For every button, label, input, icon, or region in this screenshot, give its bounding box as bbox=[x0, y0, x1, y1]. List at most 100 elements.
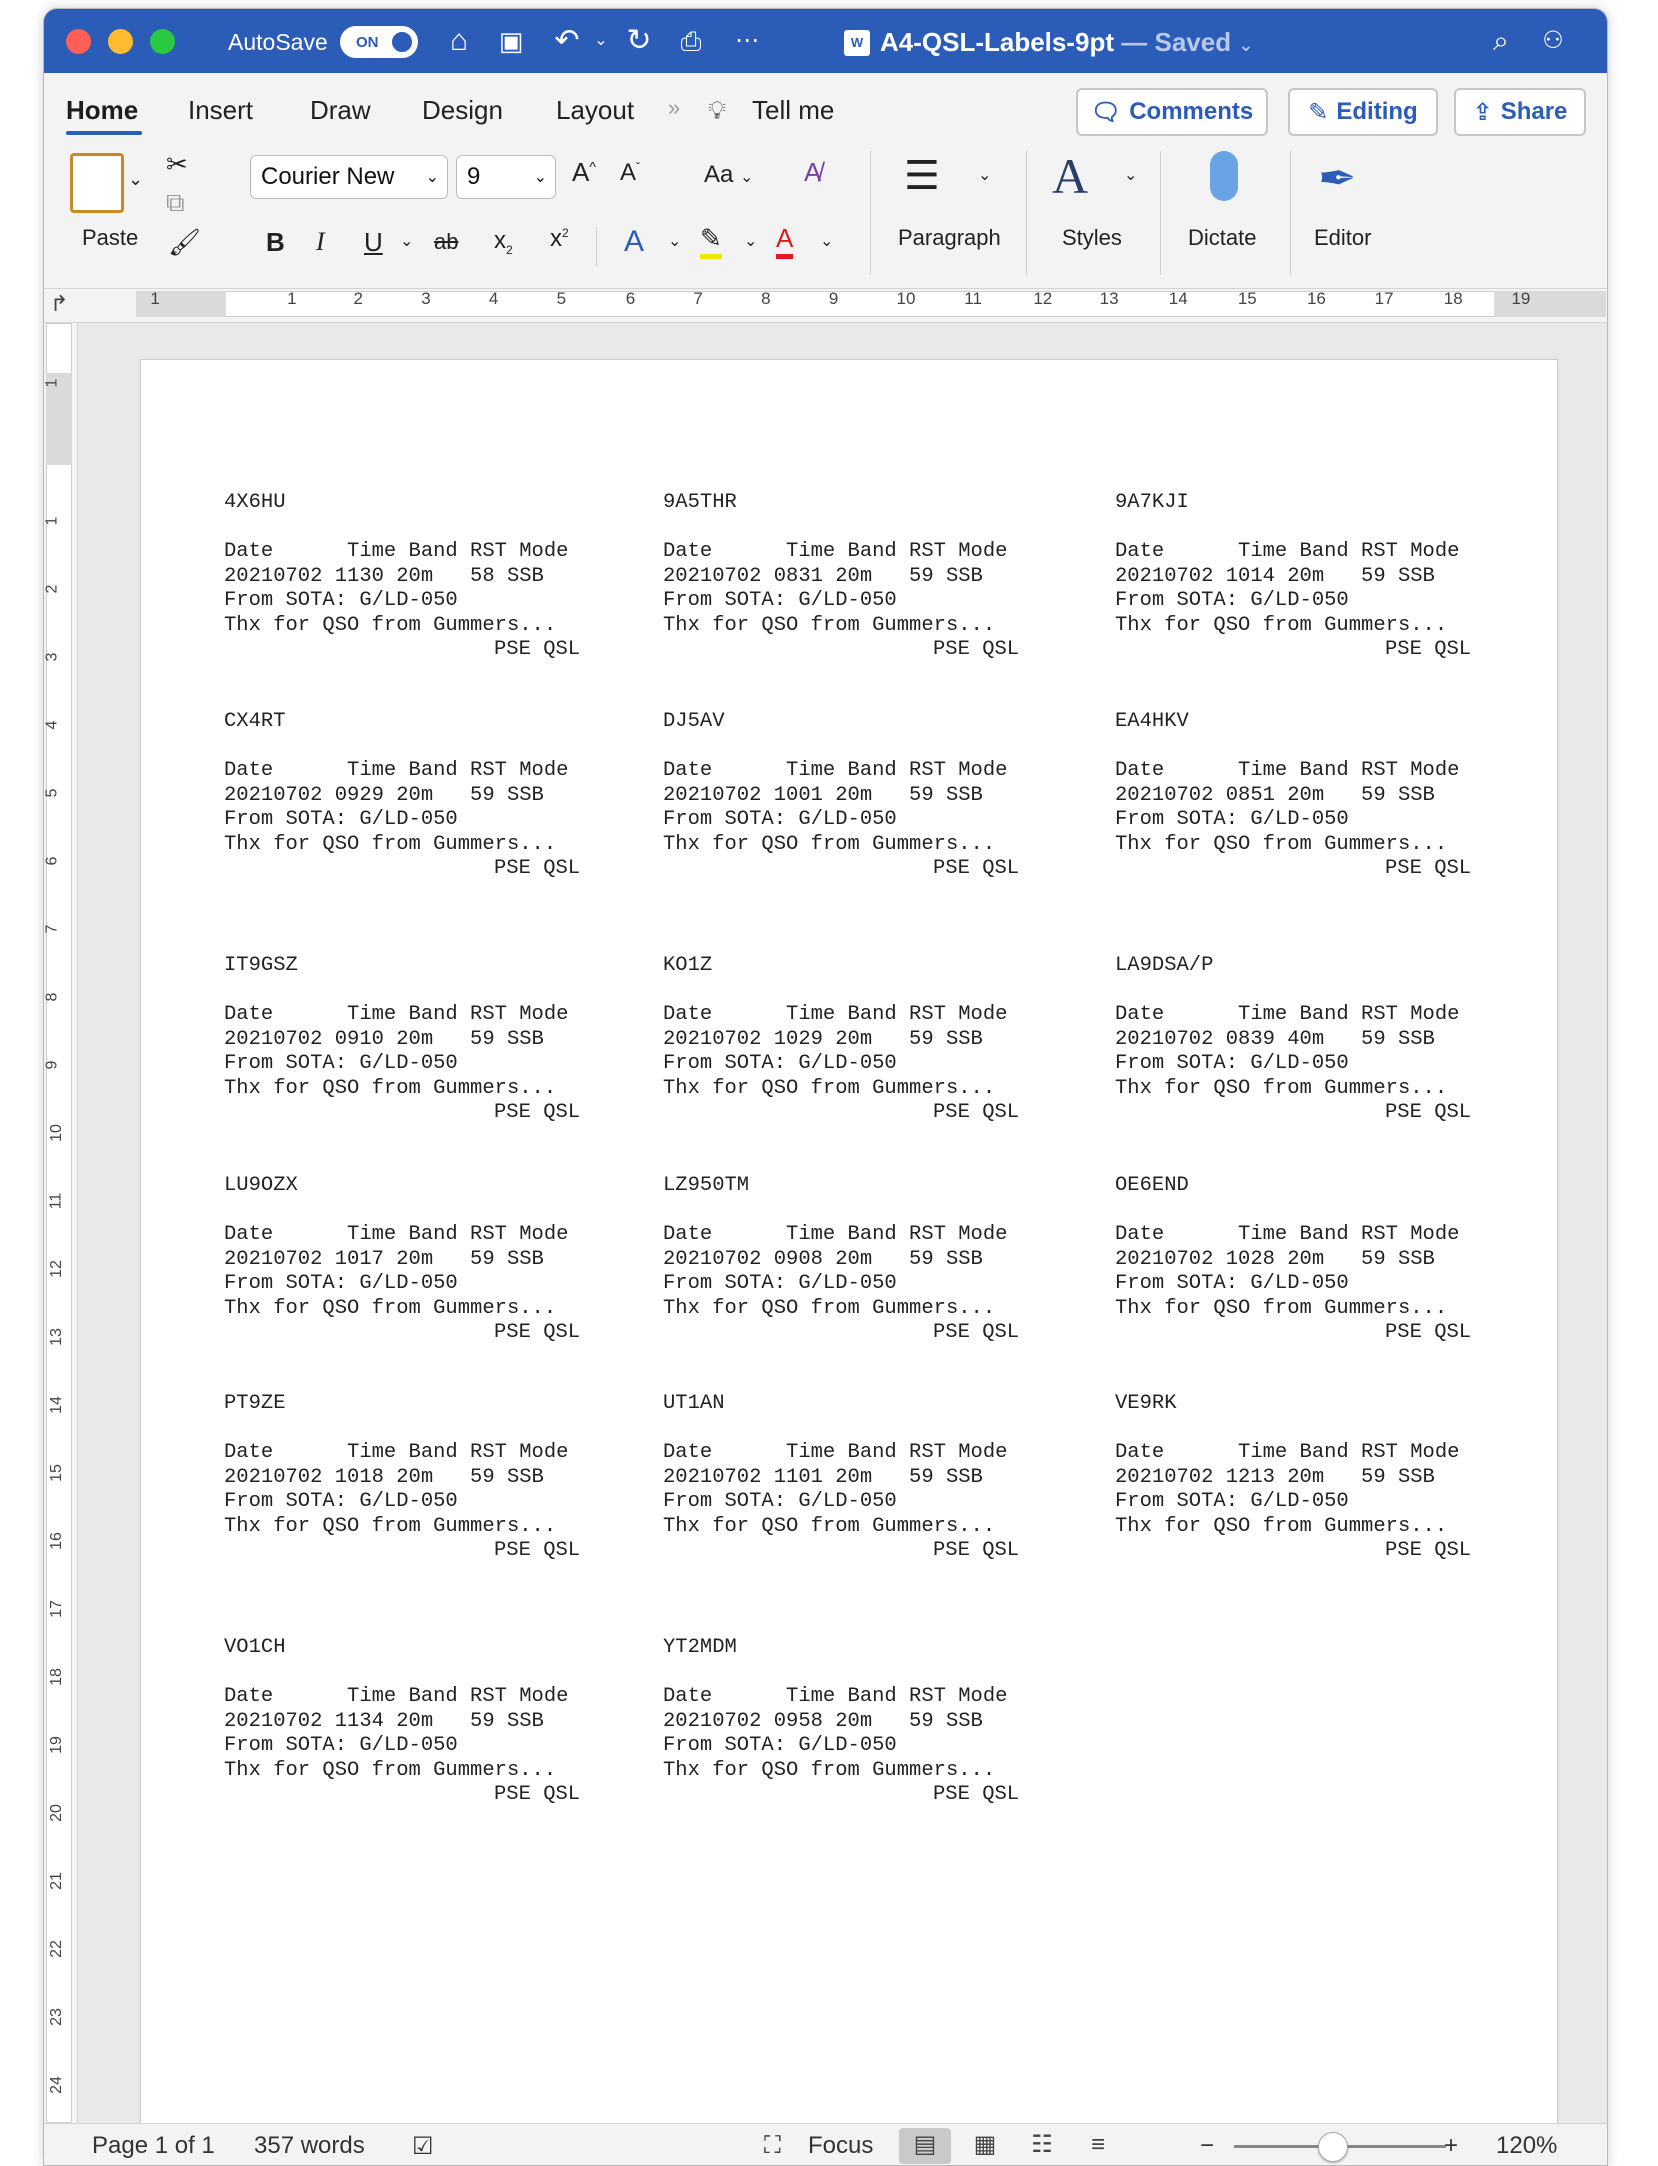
paste-label[interactable]: Paste bbox=[82, 225, 138, 251]
editor-label[interactable]: Editor bbox=[1314, 225, 1371, 251]
minimize-window-button[interactable] bbox=[108, 29, 133, 54]
callsign: DJ5AV bbox=[663, 710, 725, 733]
outline-view-button[interactable]: ☷ bbox=[1016, 2128, 1068, 2164]
underline-dropdown-icon[interactable]: ⌄ bbox=[400, 231, 413, 251]
ruler-number: 6 bbox=[43, 856, 61, 866]
from-line: From SOTA: G/LD-050 bbox=[224, 1490, 458, 1513]
qso-data: 20210702 1001 20m 59 SSB bbox=[663, 783, 983, 807]
zoom-level[interactable]: 120% bbox=[1496, 2132, 1557, 2160]
search-icon[interactable]: ⌕ bbox=[1484, 25, 1518, 57]
focus-icon[interactable]: ⛶ bbox=[764, 2132, 781, 2160]
ruler-number: 1 bbox=[287, 289, 297, 308]
qsl-label: PT9ZE Date Time Band RST Mode 20210702 101… bbox=[224, 1392, 644, 1564]
subscript-button[interactable]: x2 bbox=[494, 227, 513, 257]
editing-mode-button[interactable]: ✎ Editing bbox=[1288, 88, 1438, 136]
label-header: Date Time Band RST Mode bbox=[224, 1685, 569, 1708]
editor-pen-icon[interactable]: ✒ bbox=[1318, 151, 1357, 205]
font-name-select[interactable]: Courier New ⌄ bbox=[250, 155, 448, 199]
copy-icon[interactable]: ⧉ bbox=[166, 187, 185, 219]
highlight-dropdown-icon[interactable]: ⌄ bbox=[744, 231, 757, 251]
callsign: IT9GSZ bbox=[224, 954, 298, 977]
ruler-number: 12 bbox=[47, 1260, 65, 1278]
more-icon[interactable]: ⋯ bbox=[730, 25, 764, 57]
superscript-button[interactable]: x2 bbox=[550, 225, 569, 253]
strikethrough-button[interactable]: ab bbox=[434, 229, 458, 255]
styles-icon[interactable]: A bbox=[1052, 147, 1088, 205]
document-title[interactable]: A4-QSL-Labels-9pt — Saved ⌄ bbox=[880, 27, 1253, 58]
undo-dropdown-icon[interactable]: ⌄ bbox=[584, 25, 618, 57]
zoom-in-button[interactable]: + bbox=[1444, 2132, 1458, 2160]
draft-view-button[interactable]: ≡ bbox=[1072, 2128, 1124, 2164]
horizontal-ruler[interactable]: ↱ 1 1 2 3 4 5 6 7 8 9 10 11 12 13 14 15 16 17 18 19 bbox=[44, 289, 1607, 323]
share-button[interactable]: ⇪ Share bbox=[1454, 88, 1586, 136]
paragraph-icon[interactable]: ☰ bbox=[904, 153, 940, 199]
highlight-icon[interactable]: ✎ bbox=[700, 223, 722, 259]
redo-icon[interactable]: ↻ bbox=[622, 25, 656, 57]
print-icon[interactable]: ⎙ bbox=[674, 25, 708, 57]
text-effects-dropdown-icon[interactable]: ⌄ bbox=[668, 231, 681, 251]
web-layout-button[interactable]: ▦ bbox=[959, 2128, 1011, 2164]
clear-formatting-icon[interactable]: A̸ bbox=[804, 157, 821, 188]
paragraph-dropdown-icon[interactable]: ⌄ bbox=[978, 165, 991, 185]
font-size-value: 9 bbox=[467, 163, 481, 190]
qsl-label: YT2MDM Date Time Band RST Mode 20210702 09… bbox=[663, 1636, 1083, 1808]
qsl-label: CX4RT Date Time Band RST Mode 20210702 092… bbox=[224, 710, 644, 882]
ruler-number: 10 bbox=[47, 1124, 65, 1143]
vertical-ruler[interactable]: 1 1 2 3 4 5 6 7 8 9 10 11 12 13 14 15 16 17 18 19 20 21 22 23 24 bbox=[44, 323, 78, 2123]
word-count[interactable]: 357 words bbox=[254, 2132, 365, 2160]
from-line: From SOTA: G/LD-050 bbox=[663, 808, 897, 831]
zoom-slider-handle[interactable] bbox=[1318, 2132, 1348, 2162]
label-header: Date Time Band RST Mode bbox=[663, 540, 1008, 563]
label-header: Date Time Band RST Mode bbox=[1115, 759, 1460, 782]
autosave-toggle[interactable]: ON bbox=[340, 26, 418, 58]
more-tabs-icon[interactable]: » bbox=[668, 95, 680, 121]
ruler-number: 16 bbox=[47, 1532, 65, 1550]
qsl-label: 9A7KJI Date Time Band RST Mode 20210702 10… bbox=[1115, 491, 1535, 663]
label-header: Date Time Band RST Mode bbox=[663, 759, 1008, 782]
change-case-button[interactable]: Aa ⌄ bbox=[704, 161, 753, 189]
font-size-select[interactable]: 9 ⌄ bbox=[456, 155, 556, 199]
text-effects-icon[interactable]: A bbox=[624, 225, 644, 259]
tab-insert[interactable]: Insert bbox=[188, 95, 253, 126]
collaborate-icon[interactable]: ⚇ bbox=[1536, 25, 1570, 57]
close-window-button[interactable] bbox=[66, 29, 91, 54]
font-color-icon[interactable]: A bbox=[776, 223, 794, 259]
pse-qsl: PSE QSL bbox=[933, 1101, 1020, 1124]
dictate-label[interactable]: Dictate bbox=[1188, 225, 1256, 251]
italic-button[interactable]: I bbox=[316, 227, 325, 257]
tab-design[interactable]: Design bbox=[422, 95, 503, 126]
document-page[interactable]: 4X6HU Date Time Band RST Mode 20210702 113… bbox=[140, 359, 1558, 2125]
page-count[interactable]: Page 1 of 1 bbox=[92, 2132, 215, 2160]
tab-layout[interactable]: Layout bbox=[556, 95, 634, 126]
grow-font-icon[interactable]: A^ bbox=[572, 157, 596, 188]
save-icon[interactable]: ▣ bbox=[494, 25, 528, 57]
tab-draw[interactable]: Draw bbox=[310, 95, 371, 126]
underline-button[interactable]: U bbox=[364, 227, 383, 258]
undo-icon[interactable]: ↶ bbox=[550, 25, 584, 57]
microphone-icon[interactable] bbox=[1210, 151, 1238, 201]
paragraph-label[interactable]: Paragraph bbox=[898, 225, 1001, 251]
comments-button[interactable]: 🗨︎ Comments bbox=[1076, 88, 1268, 136]
tab-selector-icon[interactable]: ↱ bbox=[50, 291, 68, 317]
focus-label[interactable]: Focus bbox=[808, 2132, 873, 2160]
ruler-number: 15 bbox=[1237, 289, 1257, 308]
styles-label[interactable]: Styles bbox=[1062, 225, 1122, 251]
proofing-icon[interactable]: ☑ bbox=[412, 2132, 434, 2161]
format-painter-icon[interactable]: 🖌︎ bbox=[168, 227, 201, 258]
shrink-font-icon[interactable]: Aˇ bbox=[620, 159, 640, 187]
bold-button[interactable]: B bbox=[266, 227, 285, 258]
paste-dropdown-icon[interactable]: ⌄ bbox=[128, 169, 143, 190]
cut-icon[interactable]: ✂ bbox=[166, 149, 188, 180]
styles-dropdown-icon[interactable]: ⌄ bbox=[1124, 165, 1137, 185]
clipboard-icon[interactable] bbox=[70, 153, 124, 213]
tell-me-search[interactable]: Tell me bbox=[752, 95, 834, 126]
zoom-out-button[interactable]: − bbox=[1200, 2132, 1214, 2160]
print-layout-button[interactable]: ▤ bbox=[899, 2128, 951, 2164]
save-status: — Saved bbox=[1121, 27, 1232, 57]
zoom-window-button[interactable] bbox=[150, 29, 175, 54]
qsl-label: LZ950TM Date Time Band RST Mode 20210702 0… bbox=[663, 1174, 1083, 1346]
tab-home[interactable]: Home bbox=[66, 95, 138, 126]
ruler-number: 13 bbox=[47, 1328, 65, 1346]
home-icon[interactable]: ⌂ bbox=[442, 25, 476, 57]
font-color-dropdown-icon[interactable]: ⌄ bbox=[820, 231, 833, 251]
